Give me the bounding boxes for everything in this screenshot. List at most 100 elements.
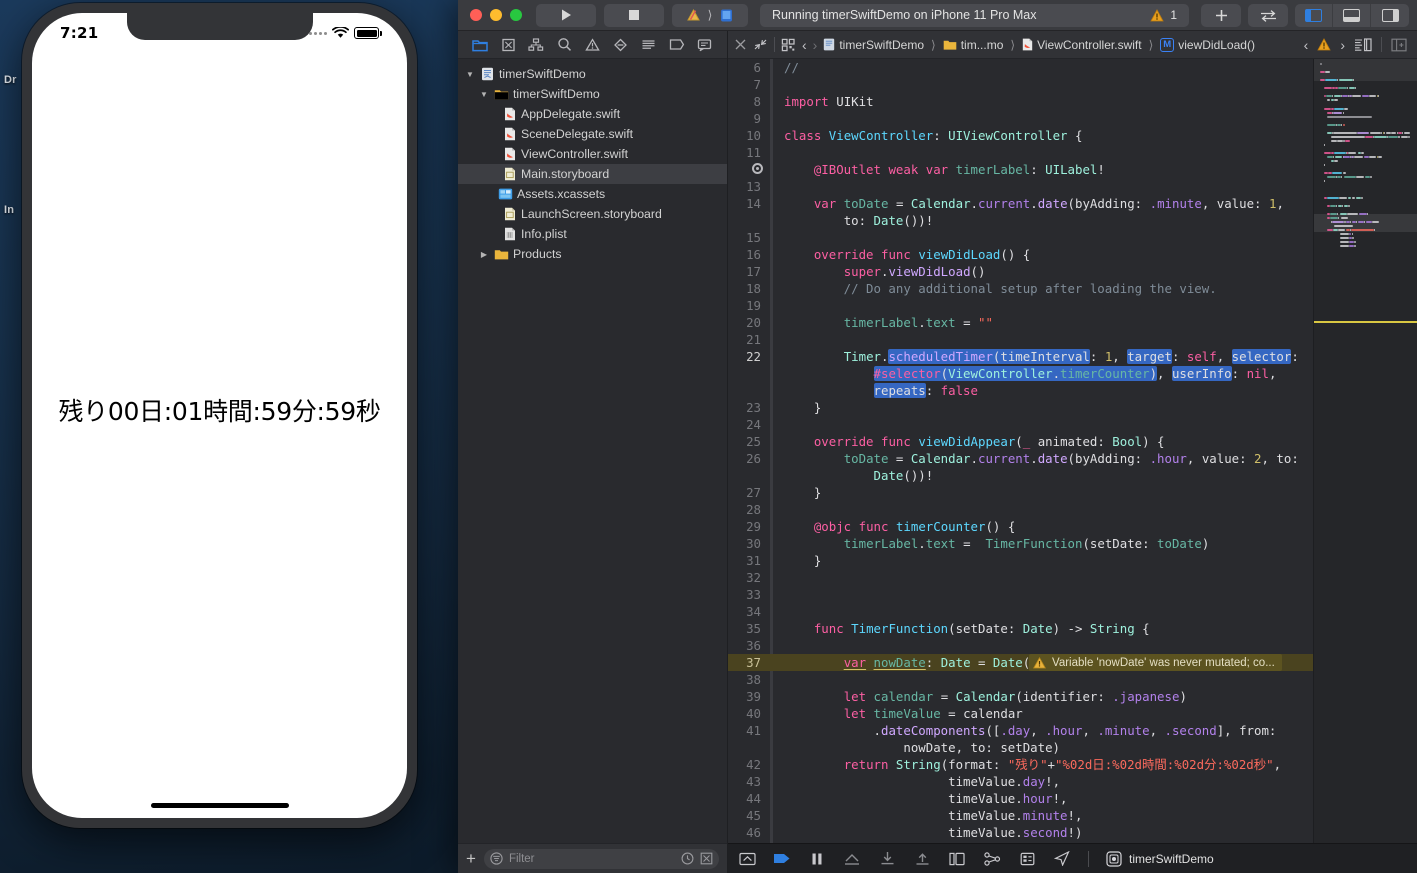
toggle-navigator-button[interactable] <box>1295 3 1333 27</box>
clock-icon[interactable] <box>681 852 694 865</box>
code-line-6[interactable]: 6 // <box>728 59 1313 76</box>
debug-process-item[interactable]: timerSwiftDemo <box>1106 850 1214 867</box>
project-navigator-icon[interactable] <box>470 36 490 54</box>
simulate-location-button[interactable] <box>1053 850 1071 867</box>
code-line-28[interactable]: 28 <box>728 501 1313 518</box>
source-control-navigator-icon[interactable] <box>498 36 518 54</box>
code-line-21[interactable]: 21 <box>728 331 1313 348</box>
code-line-12[interactable]: @IBOutlet weak var timerLabel: UILabel! <box>728 161 1313 178</box>
close-editor-icon[interactable] <box>734 38 747 51</box>
view-debugging-button[interactable] <box>983 850 1001 867</box>
breadcrumb-file[interactable]: ViewController.swift <box>1022 38 1142 52</box>
back-button[interactable]: ‹ <box>802 37 807 53</box>
navigator-selector-bar[interactable] <box>458 31 727 59</box>
test-navigator-icon[interactable] <box>611 36 631 54</box>
breadcrumb-folder[interactable]: tim...mo <box>943 38 1003 52</box>
forward-button[interactable]: › <box>813 37 818 53</box>
code-line-9[interactable]: 9 <box>728 110 1313 127</box>
tree-item-products[interactable]: ▶ Products <box>458 244 727 264</box>
breadcrumb-project[interactable]: timerSwiftDemo <box>823 38 924 52</box>
code-line-17[interactable]: 17 super.viewDidLoad() <box>728 263 1313 280</box>
panel-toggle-group[interactable] <box>1295 3 1409 27</box>
find-navigator-icon[interactable] <box>554 36 574 54</box>
tree-item-file-selected[interactable]: Main.storyboard <box>458 164 727 184</box>
code-line-31[interactable]: 31 } <box>728 552 1313 569</box>
collapse-editor-icon[interactable] <box>753 38 768 51</box>
next-issue-button[interactable]: › <box>1340 37 1345 53</box>
code-line-18[interactable]: 18 // Do any additional setup after load… <box>728 280 1313 297</box>
memory-graph-button[interactable] <box>1018 850 1036 867</box>
editor-minimap[interactable] <box>1313 59 1417 843</box>
code-line-43[interactable]: 43 timeValue.day!, <box>728 773 1313 790</box>
code-line-16[interactable]: 16 override func viewDidLoad() { <box>728 246 1313 263</box>
minimap-viewport[interactable] <box>1314 59 1417 81</box>
add-button[interactable] <box>1201 3 1241 27</box>
code-line-26[interactable]: 26 toDate = Calendar.current.date(byAddi… <box>728 450 1313 467</box>
toggle-debug-area-button[interactable] <box>1333 3 1371 27</box>
code-line-40[interactable]: 40 let timeValue = calendar <box>728 705 1313 722</box>
home-indicator[interactable] <box>150 803 289 808</box>
code-line-45[interactable]: 45 timeValue.minute!, <box>728 807 1313 824</box>
project-navigator-tree[interactable]: ▼ timerSwiftDemo ▼ timerSwiftDemo AppDel… <box>458 59 727 843</box>
close-window-button[interactable] <box>470 9 482 21</box>
code-line-25[interactable]: 25 override func viewDidAppear(_ animate… <box>728 433 1313 450</box>
code-line-38[interactable]: 38 <box>728 671 1313 688</box>
minimize-window-button[interactable] <box>490 9 502 21</box>
tree-item-assets[interactable]: Assets.xcassets <box>458 184 727 204</box>
source-code-editor[interactable]: 6 // 7 8 import UIKit 9 10 class ViewCon… <box>728 59 1313 843</box>
navigator-area[interactable]: ▼ timerSwiftDemo ▼ timerSwiftDemo AppDel… <box>458 31 728 873</box>
breadcrumb-symbol[interactable]: M viewDidLoad() <box>1160 37 1255 52</box>
ios-simulator-window[interactable]: 7:21 残り00日:01時間:59分:59秒 <box>22 3 417 828</box>
add-editor-icon[interactable] <box>1391 38 1407 52</box>
code-line-32[interactable]: 32 <box>728 569 1313 586</box>
code-line-15[interactable]: 15 <box>728 229 1313 246</box>
code-line-29[interactable]: 29 @objc func timerCounter() { <box>728 518 1313 535</box>
view-hierarchy-button[interactable] <box>948 850 966 867</box>
pause-button[interactable] <box>808 850 826 867</box>
code-line-10[interactable]: 10 class ViewController: UIViewControlle… <box>728 127 1313 144</box>
stop-button[interactable] <box>604 3 664 27</box>
tree-item-file[interactable]: AppDelegate.swift <box>458 104 727 124</box>
code-line-34[interactable]: 34 <box>728 603 1313 620</box>
simulator-screen[interactable]: 7:21 残り00日:01時間:59分:59秒 <box>32 13 407 818</box>
symbol-navigator-icon[interactable] <box>526 36 546 54</box>
xcode-window[interactable]: ⟩ Running timerSwiftDemo on iPhone 11 Pr… <box>458 0 1417 873</box>
navigator-filter-bar[interactable]: + Filter <box>458 843 727 873</box>
debug-navigator-icon[interactable] <box>639 36 659 54</box>
issue-navigator-icon[interactable] <box>582 36 602 54</box>
zoom-window-button[interactable] <box>510 9 522 21</box>
code-line-39[interactable]: 39 let calendar = Calendar(identifier: .… <box>728 688 1313 705</box>
filter-field[interactable]: Filter <box>483 848 719 869</box>
disclosure-triangle-open-icon[interactable]: ▼ <box>478 90 490 99</box>
scheme-selector[interactable]: ⟩ <box>672 3 748 27</box>
inline-warning-banner[interactable]: Variable 'nowDate' was never mutated; co… <box>1029 654 1282 671</box>
toggle-inspector-button[interactable] <box>1371 4 1409 27</box>
code-line-36[interactable]: 36 <box>728 637 1313 654</box>
report-navigator-icon[interactable] <box>695 36 715 54</box>
tree-item-file[interactable]: LaunchScreen.storyboard <box>458 204 727 224</box>
code-line-22[interactable]: 22 Timer.scheduledTimer(timeInterval: 1,… <box>728 348 1313 365</box>
code-line-13[interactable]: 13 <box>728 178 1313 195</box>
editor-options-button[interactable] <box>1248 3 1288 27</box>
disclosure-triangle-open-icon[interactable]: ▼ <box>464 70 476 79</box>
tree-item-file[interactable]: ViewController.swift <box>458 144 727 164</box>
code-line-27[interactable]: 27 } <box>728 484 1313 501</box>
window-controls[interactable] <box>466 9 528 21</box>
code-line-41-cont[interactable]: nowDate, to: setDate) <box>728 739 1313 756</box>
hide-debug-area-button[interactable] <box>738 850 756 867</box>
step-into-button[interactable] <box>878 850 896 867</box>
tree-item-file[interactable]: Info.plist <box>458 224 727 244</box>
code-line-23[interactable]: 23 } <box>728 399 1313 416</box>
previous-issue-button[interactable]: ‹ <box>1304 37 1309 53</box>
code-line-24[interactable]: 24 <box>728 416 1313 433</box>
code-line-11[interactable]: 11 <box>728 144 1313 161</box>
code-line-19[interactable]: 19 <box>728 297 1313 314</box>
debug-bar[interactable]: timerSwiftDemo <box>728 843 1417 873</box>
code-line-26-cont[interactable]: Date())! <box>728 467 1313 484</box>
code-line-46[interactable]: 46 timeValue.second!) <box>728 824 1313 841</box>
ibooutlet-connection-marker[interactable] <box>752 163 763 174</box>
filter-recent-icon[interactable] <box>700 852 713 865</box>
add-file-button[interactable]: + <box>466 850 476 867</box>
jump-bar[interactable]: ‹ › timerSwiftDemo ⟩ tim...mo ⟩ ViewCont… <box>728 31 1417 59</box>
code-line-8[interactable]: 8 import UIKit <box>728 93 1313 110</box>
